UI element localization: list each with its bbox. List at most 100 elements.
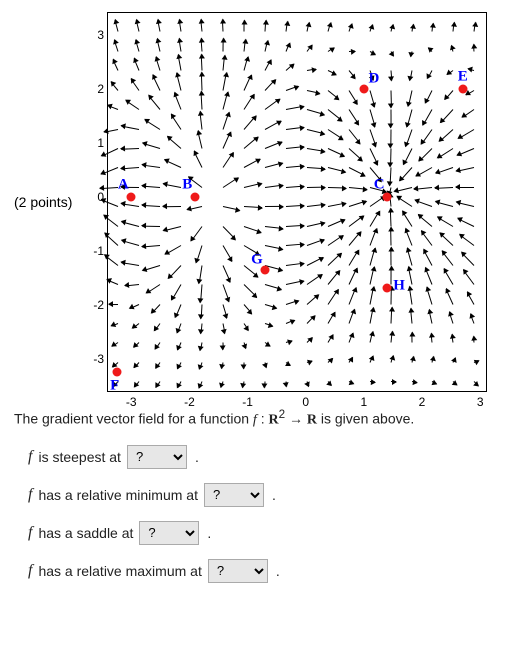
vector-arrow	[223, 38, 224, 51]
vector-arrow	[348, 148, 362, 161]
vector-arrow	[474, 381, 479, 385]
vector-arrow	[178, 55, 182, 70]
vector-arrow	[156, 343, 161, 350]
vector-arrow	[327, 381, 331, 385]
vector-arrow	[370, 381, 375, 382]
vector-arrow	[369, 129, 376, 146]
vector-arrow	[467, 292, 474, 304]
vector-arrow	[348, 249, 358, 265]
vector-arrow	[265, 206, 283, 207]
vector-arrow	[286, 64, 294, 71]
vector-arrow	[307, 204, 325, 207]
vector-arrow	[444, 269, 454, 285]
vector-arrow	[265, 304, 276, 308]
vector-arrow	[390, 90, 391, 107]
vector-arrow	[178, 343, 182, 351]
vector-arrow	[306, 45, 311, 52]
vector-arrow	[440, 129, 454, 142]
vector-arrow	[391, 381, 396, 382]
vector-arrow	[460, 235, 475, 247]
vector-arrow	[328, 90, 340, 100]
vector-arrow	[429, 310, 433, 324]
vector-arrow	[408, 286, 412, 304]
chart-caption: The gradient vector field for a function…	[14, 408, 495, 429]
vector-arrow	[134, 343, 140, 349]
vector-arrow	[307, 186, 325, 187]
vector-arrow	[113, 60, 119, 71]
vector-arrow	[265, 245, 283, 250]
vector-arrow	[410, 308, 412, 323]
period: .	[195, 449, 199, 465]
vector-arrow	[306, 23, 309, 32]
vector-arrow	[163, 206, 181, 207]
vector-arrow	[369, 168, 381, 182]
vector-arrow	[328, 167, 346, 172]
vector-arrow	[390, 267, 391, 285]
vector-arrow	[134, 59, 140, 71]
x-tick: 2	[419, 395, 426, 409]
vector-arrow	[390, 71, 392, 82]
vector-arrow	[328, 148, 345, 156]
vector-arrow	[265, 60, 271, 71]
vector-arrow	[223, 284, 230, 301]
vector-arrow	[221, 382, 224, 388]
vector-arrow	[194, 152, 203, 169]
y-tick: -2	[90, 298, 104, 312]
vector-arrow	[178, 362, 182, 369]
vector-arrow	[426, 90, 433, 103]
vector-arrow	[122, 221, 140, 227]
vector-arrow	[348, 232, 360, 246]
answer-select-q3[interactable]: ?ABCDEFGH	[139, 521, 199, 545]
vector-arrow	[177, 323, 181, 333]
vector-arrow	[156, 57, 161, 71]
vector-arrow	[244, 362, 245, 368]
vector-arrow	[244, 265, 259, 277]
vector-arrow	[327, 335, 332, 343]
point-f	[112, 368, 121, 377]
vector-arrow	[369, 109, 375, 127]
vector-arrow	[417, 168, 433, 178]
answer-select-q2[interactable]: ?ABCDEFGH	[204, 483, 264, 507]
answer-select-q4[interactable]: ?ABCDEFGH	[208, 559, 268, 583]
vector-arrow	[265, 342, 270, 346]
vector-arrow	[122, 204, 140, 208]
vector-arrow	[114, 40, 119, 51]
vector-arrow	[244, 159, 260, 168]
vector-arrow	[406, 248, 412, 266]
vector-arrow	[157, 20, 160, 32]
vector-arrow	[286, 340, 292, 343]
answer-select-q1[interactable]: ?ABCDEFGH	[127, 445, 187, 469]
point-a	[127, 192, 136, 201]
period: .	[207, 525, 211, 541]
vector-arrow	[223, 112, 230, 129]
vector-arrow	[390, 25, 393, 32]
vector-arrow	[328, 109, 343, 121]
vector-arrow	[369, 51, 374, 54]
vector-arrow	[286, 205, 304, 207]
vector-arrow	[435, 187, 453, 189]
vector-arrow	[307, 222, 325, 227]
vector-arrow	[176, 73, 181, 91]
vector-arrow	[179, 38, 182, 51]
vector-arrow	[418, 214, 432, 226]
vector-arrow	[470, 314, 474, 323]
vector-arrow	[110, 304, 119, 305]
vector-arrow	[135, 381, 140, 387]
vector-arrow	[389, 168, 391, 186]
vector-arrow	[223, 265, 231, 282]
vector-arrow	[243, 382, 245, 388]
vector-arrow	[456, 187, 474, 188]
vector-arrow	[122, 262, 140, 266]
vector-arrow	[473, 336, 475, 342]
vector-arrow	[244, 284, 257, 297]
question-text: has a relative minimum at	[38, 487, 198, 503]
vector-arrow	[265, 99, 280, 110]
vector-arrow	[156, 381, 160, 387]
x-tick: -1	[242, 395, 253, 409]
vector-arrow	[453, 23, 455, 32]
vector-arrow	[390, 51, 394, 56]
vector-arrow	[457, 202, 475, 207]
vector-arrow	[445, 90, 454, 100]
vector-arrow	[165, 160, 182, 168]
vector-arrow	[459, 129, 475, 139]
